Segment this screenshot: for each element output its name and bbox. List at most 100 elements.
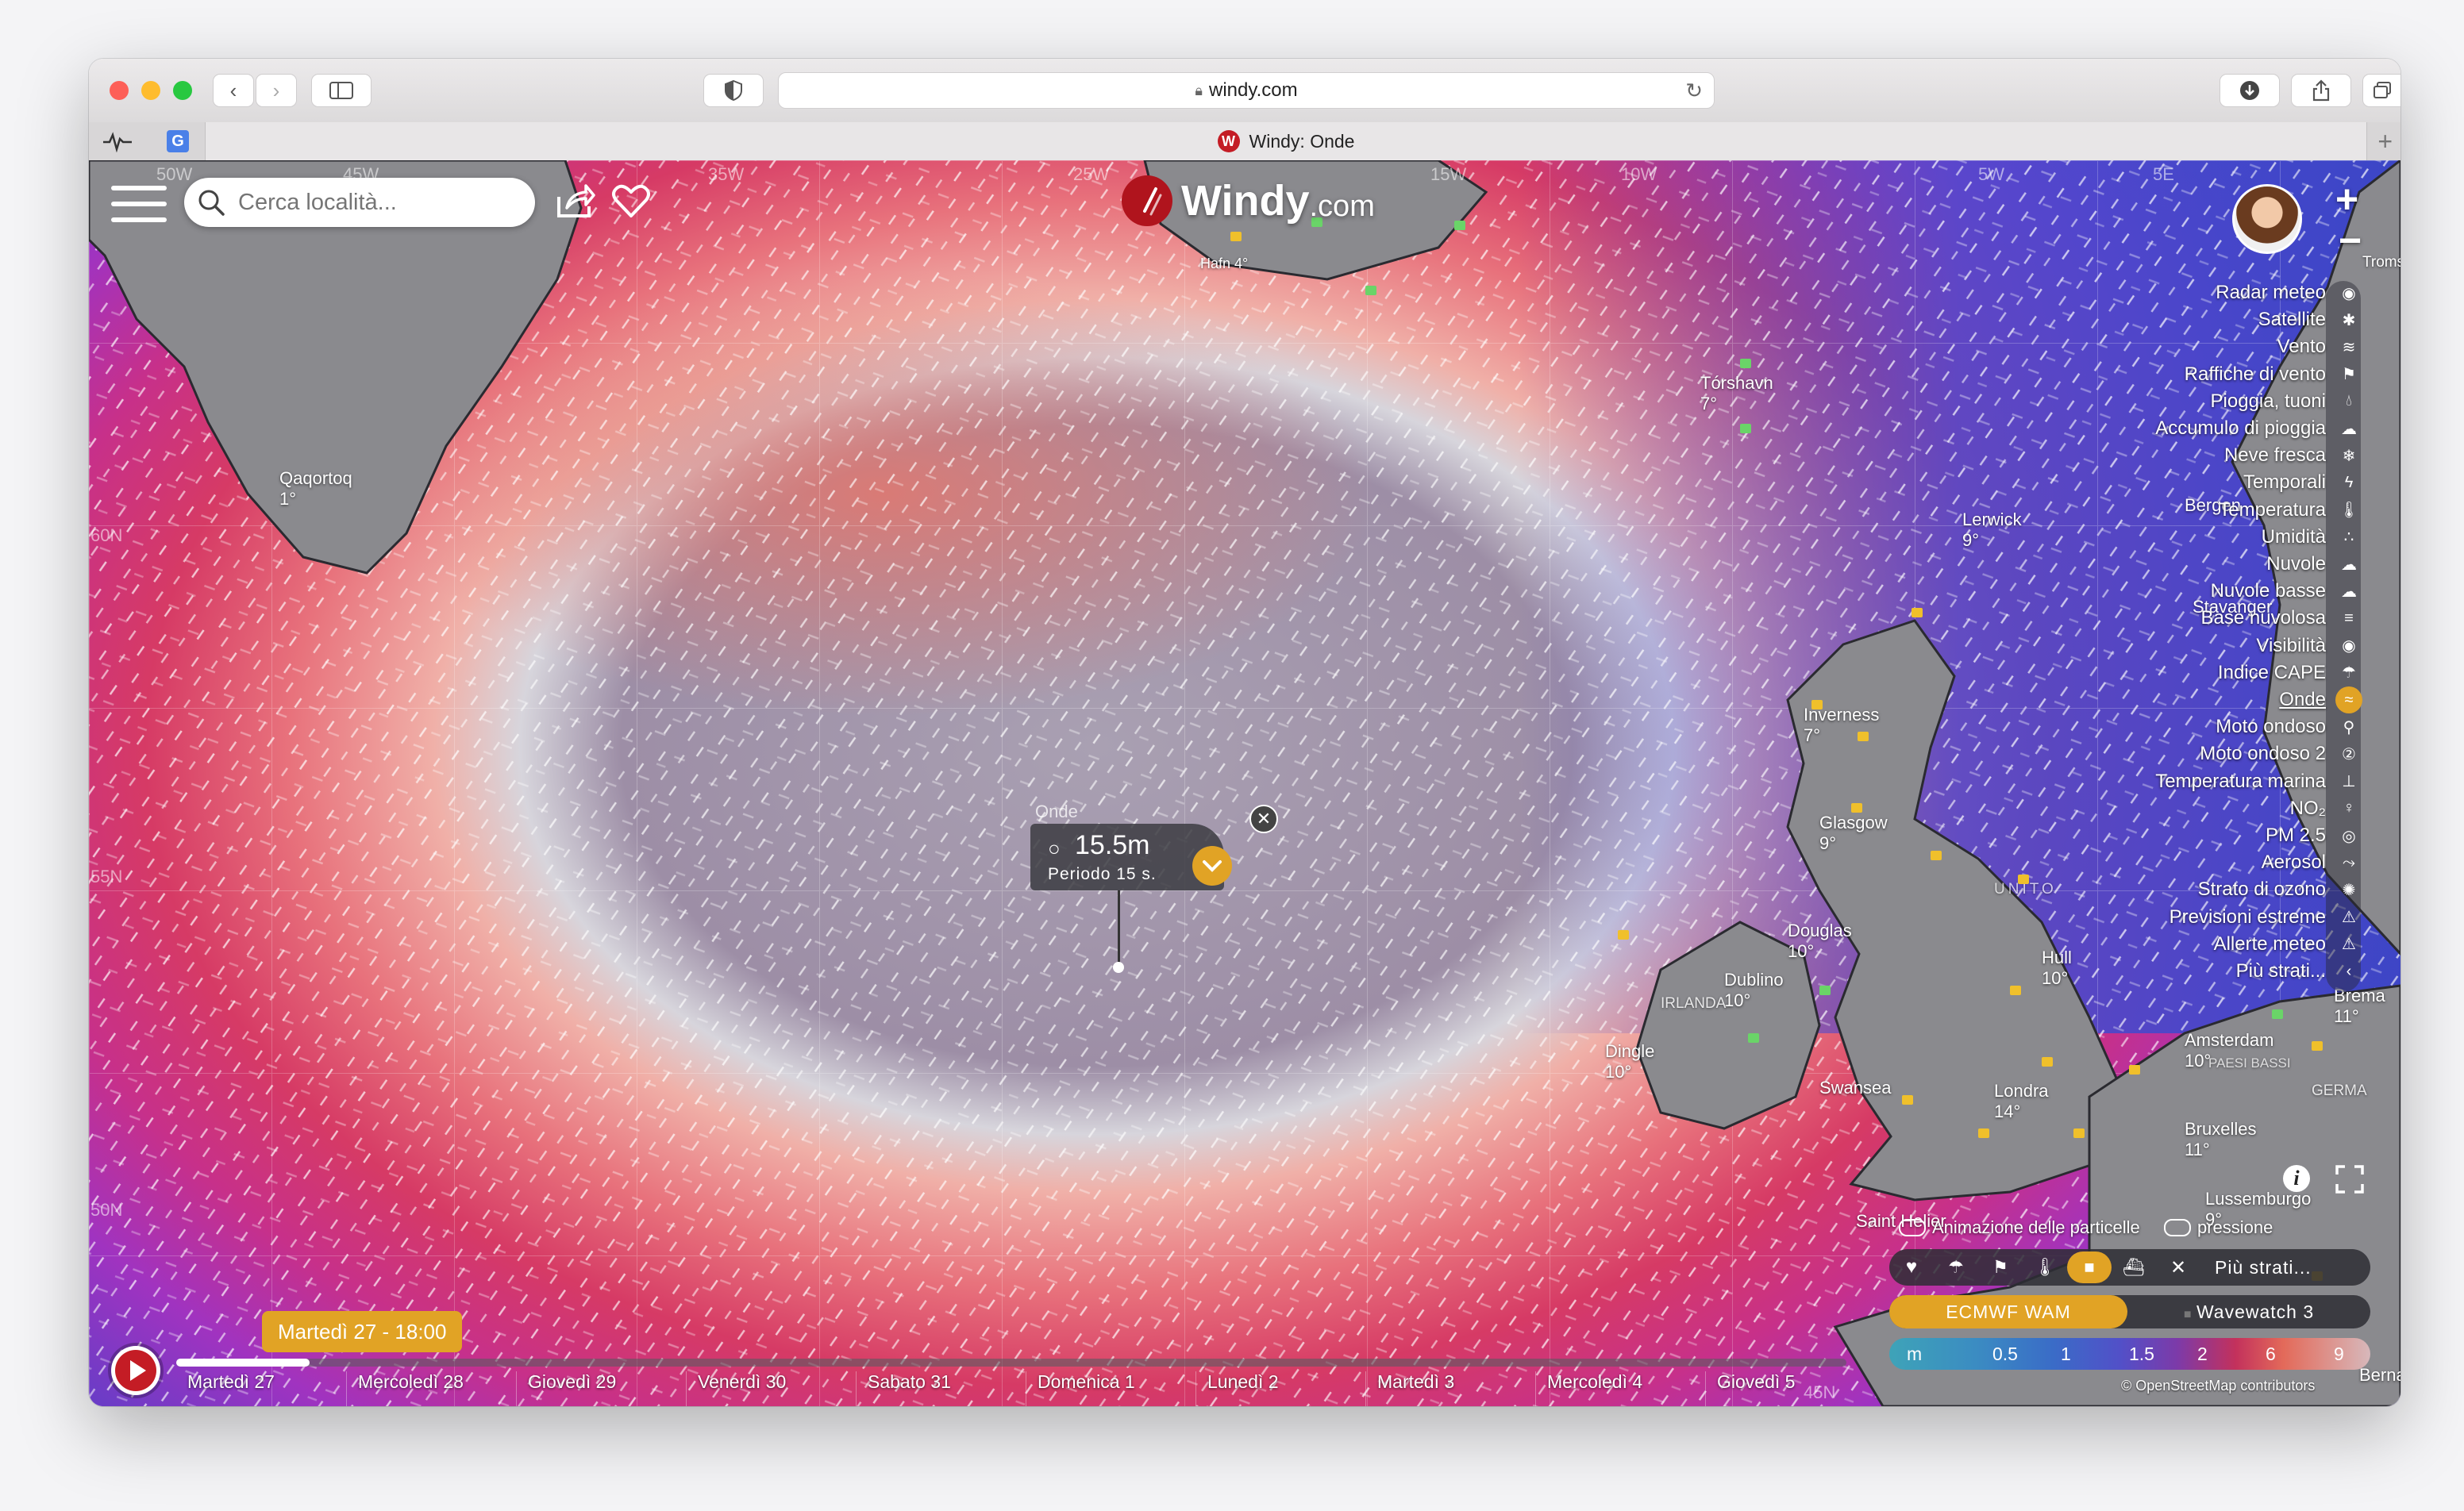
layer-item-satellite[interactable]: Satellite ✱ bbox=[2258, 306, 2362, 333]
webcam-icon[interactable] bbox=[1851, 803, 1862, 813]
webcam-icon[interactable] bbox=[1748, 1033, 1759, 1043]
popup-close-button[interactable]: ✕ bbox=[1249, 805, 1278, 833]
new-tab-button[interactable]: + bbox=[2377, 127, 2393, 156]
share-button[interactable] bbox=[2291, 74, 2351, 107]
webcam-icon[interactable] bbox=[1365, 286, 1376, 295]
layer-item-chevron-left[interactable]: Più strati... ‹ bbox=[2236, 958, 2362, 985]
webcam-icon[interactable] bbox=[1230, 232, 1242, 241]
webcam-icon[interactable] bbox=[1740, 359, 1751, 368]
weather-map[interactable]: 50W 45W 35W 25W 15W 10W 5W 5E 60N 55N 50… bbox=[89, 160, 2400, 1406]
back-button[interactable]: ‹ bbox=[213, 74, 254, 107]
layer-item-thermometer[interactable]: Temperatura 🌡︎ bbox=[2219, 497, 2362, 524]
webcam-icon[interactable] bbox=[1902, 1095, 1913, 1105]
webcam-icon[interactable]: ■ bbox=[2067, 1251, 2112, 1283]
layer-item-cape[interactable]: Indice CAPE ☂ bbox=[2218, 659, 2362, 686]
info-icon[interactable]: i bbox=[2283, 1165, 2310, 1192]
more-layers-button[interactable]: Più strati... bbox=[2215, 1257, 2312, 1278]
model-ecmwf-button[interactable]: ECMWF WAM bbox=[1889, 1295, 2127, 1328]
layer-item-no2[interactable]: NO₂ ♀ bbox=[2290, 795, 2362, 822]
layer-item-low-cloud[interactable]: Nuvole basse ☁ bbox=[2211, 578, 2362, 605]
minimize-window-button[interactable] bbox=[141, 81, 160, 100]
webcam-icon[interactable] bbox=[2272, 1009, 2283, 1019]
timeline-day[interactable]: Sabato 31 bbox=[856, 1371, 1026, 1406]
layer-item-waves[interactable]: Onde ≈ bbox=[2279, 686, 2362, 713]
close-window-button[interactable] bbox=[110, 81, 129, 100]
avatar[interactable] bbox=[2232, 184, 2302, 254]
popup-layer-label: Onde bbox=[1035, 802, 1078, 821]
webcam-icon[interactable] bbox=[2312, 1041, 2323, 1051]
close-icon[interactable]: ✕ bbox=[2156, 1256, 2200, 1279]
webcam-icon[interactable] bbox=[1811, 700, 1823, 709]
layer-item-sea-temp[interactable]: Temperatura marina ⊥ bbox=[2155, 768, 2362, 795]
timeline-day[interactable]: Venerdì 30 bbox=[686, 1371, 856, 1406]
zoom-window-button[interactable] bbox=[173, 81, 192, 100]
zoom-out-button[interactable]: − bbox=[2339, 217, 2362, 263]
model-wavewatch-button[interactable]: ■ Wavewatch 3 bbox=[2127, 1301, 2370, 1323]
layer-item-snow[interactable]: Neve fresca ❄ bbox=[2224, 442, 2362, 469]
ship-icon[interactable]: ⛴︎ bbox=[2112, 1257, 2156, 1278]
webcam-icon[interactable] bbox=[1454, 221, 1465, 230]
timeline-day[interactable]: Lunedì 2 bbox=[1195, 1371, 1365, 1406]
layer-item-aerosol[interactable]: Aerosol ⤳ bbox=[2262, 849, 2362, 876]
forward-button[interactable]: › bbox=[256, 74, 297, 107]
privacy-report-button[interactable] bbox=[703, 74, 764, 107]
thermometer-icon[interactable]: 🌡︎ bbox=[2023, 1257, 2067, 1278]
particles-toggle[interactable]: Animazione delle particelle bbox=[1899, 1217, 2140, 1238]
timeline-day[interactable]: Mercoledì 28 bbox=[346, 1371, 516, 1406]
layer-item-swell[interactable]: Moto ondoso ⚲ bbox=[2216, 713, 2362, 740]
google-translate-icon[interactable]: G bbox=[167, 130, 189, 152]
webcam-icon[interactable] bbox=[1978, 1128, 1989, 1138]
layer-item-ozone[interactable]: Strato di ozono ✺ bbox=[2198, 876, 2362, 903]
layer-item-radar[interactable]: Radar meteo ◉ bbox=[2216, 279, 2362, 306]
layer-item-swell2[interactable]: Moto ondoso 2 ② bbox=[2200, 740, 2362, 767]
search-box[interactable] bbox=[184, 178, 535, 227]
timeline-day[interactable]: Giovedì 29 bbox=[516, 1371, 686, 1406]
share-map-button[interactable] bbox=[556, 183, 595, 223]
address-bar[interactable]: 🔒︎ windy.com ↻ bbox=[778, 72, 1715, 109]
layer-item-pm25[interactable]: PM 2.5 ◎ bbox=[2266, 822, 2362, 849]
fullscreen-button[interactable] bbox=[2335, 1165, 2364, 1198]
webcam-icon[interactable] bbox=[1618, 930, 1629, 940]
pressure-toggle[interactable]: pressione bbox=[2164, 1217, 2273, 1238]
play-button[interactable] bbox=[111, 1346, 160, 1395]
timeline-day[interactable]: Mercoledì 4 bbox=[1535, 1371, 1705, 1406]
layer-item-gust[interactable]: Raffiche di vento ⚑ bbox=[2185, 361, 2362, 388]
layer-item-eye[interactable]: Visibilità ◉ bbox=[2256, 632, 2362, 659]
reload-icon[interactable]: ↻ bbox=[1685, 79, 1703, 103]
webcam-icon[interactable] bbox=[2042, 1057, 2053, 1067]
timeline-day[interactable]: Domenica 1 bbox=[1026, 1371, 1195, 1406]
layer-item-thunder[interactable]: Temporali ϟ bbox=[2243, 469, 2362, 496]
layer-item-extreme[interactable]: Previsioni estreme ⚠ bbox=[2169, 904, 2362, 931]
webcam-icon[interactable] bbox=[2129, 1065, 2140, 1075]
webcam-icon[interactable] bbox=[1819, 986, 1831, 995]
timeline-day[interactable]: Martedì 3 bbox=[1365, 1371, 1535, 1406]
layer-item-rain-accumulation[interactable]: Accumulo di pioggia ☁ bbox=[2155, 415, 2362, 442]
layer-item-cloud-base[interactable]: Base nuvolosa ≡ bbox=[2201, 605, 2362, 632]
color-legend[interactable]: m 0.5 1 1.5 2 6 9 bbox=[1889, 1338, 2370, 1370]
webcam-icon[interactable] bbox=[2073, 1128, 2085, 1138]
zoom-in-button[interactable]: + bbox=[2335, 176, 2358, 222]
pulse-icon[interactable] bbox=[102, 132, 133, 152]
layer-item-rain[interactable]: Pioggia, tuoni 💧︎ bbox=[2211, 388, 2362, 415]
search-input[interactable] bbox=[237, 188, 526, 217]
sidebar-toggle-button[interactable] bbox=[311, 74, 372, 107]
layer-item-humidity[interactable]: Umidità ∴ bbox=[2262, 524, 2362, 551]
windy-logo[interactable]: Windy .com bbox=[1121, 175, 1375, 227]
rain-icon[interactable]: ☂ bbox=[1934, 1257, 1978, 1278]
favorites-button[interactable] bbox=[611, 183, 651, 223]
webcam-icon[interactable] bbox=[1858, 732, 1869, 741]
flag-icon[interactable]: ⚑ bbox=[1978, 1257, 2023, 1278]
menu-button[interactable] bbox=[111, 183, 167, 225]
downloads-button[interactable] bbox=[2220, 74, 2280, 107]
timeline-track[interactable] bbox=[176, 1359, 1846, 1367]
tabs-overview-button[interactable] bbox=[2362, 74, 2400, 107]
popup-expand-button[interactable] bbox=[1192, 846, 1232, 886]
timeline-day[interactable]: Giovedì 5 bbox=[1705, 1371, 1875, 1406]
layer-item-warning[interactable]: Allerte meteo ⚠ bbox=[2214, 931, 2362, 958]
heart-icon[interactable]: ♥ bbox=[1889, 1256, 1934, 1278]
tab-windy[interactable]: W Windy: Onde bbox=[205, 122, 2367, 160]
layer-item-wind[interactable]: Vento ≋ bbox=[2277, 333, 2362, 360]
timeline-day[interactable]: Martedì 27 bbox=[176, 1371, 346, 1406]
webcam-icon[interactable] bbox=[1740, 424, 1751, 433]
layer-item-cloud[interactable]: Nuvole ☁ bbox=[2266, 551, 2362, 578]
